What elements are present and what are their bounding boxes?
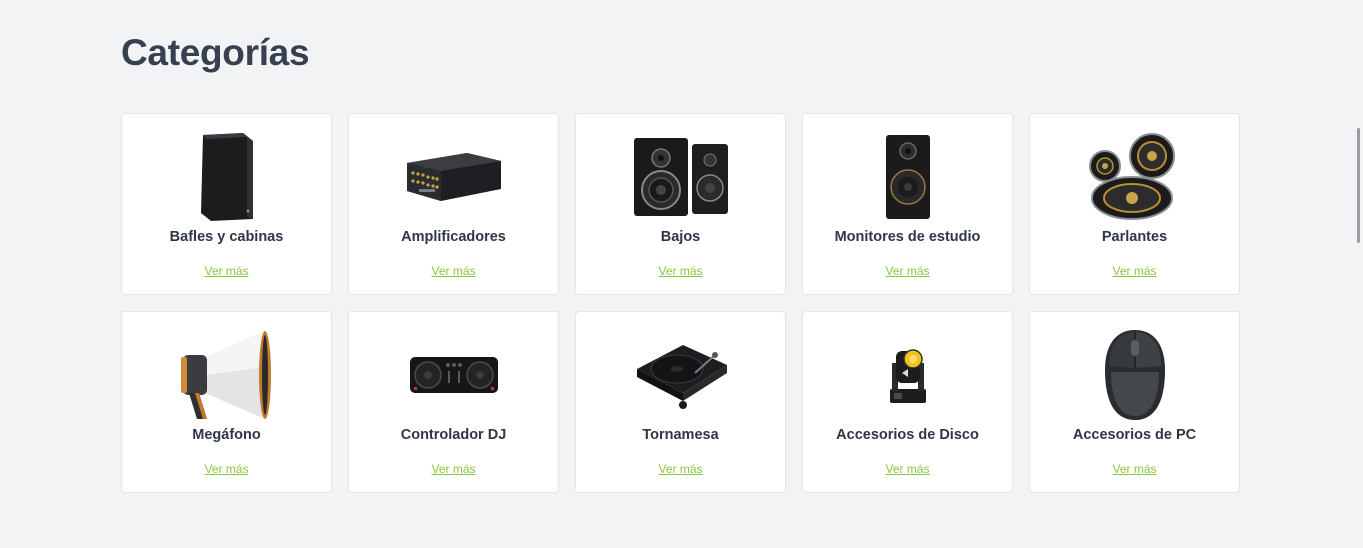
see-more-link[interactable]: Ver más: [576, 462, 785, 476]
bass-speakers-icon: [576, 128, 785, 226]
category-card[interactable]: Megáfono Ver más: [121, 311, 332, 493]
megaphone-icon: [122, 326, 331, 424]
see-more-link[interactable]: Ver más: [122, 264, 331, 278]
category-name: Accesorios de PC: [1072, 427, 1197, 443]
category-card[interactable]: Bafles y cabinas Ver más: [121, 113, 332, 295]
category-name: Amplificadores: [401, 229, 506, 245]
see-more-link[interactable]: Ver más: [122, 462, 331, 476]
categories-page: Categorías Bafles y cabinas Ver más Ampl…: [0, 0, 1363, 548]
see-more-link[interactable]: Ver más: [1030, 462, 1239, 476]
section-title: Categorías: [121, 32, 310, 73]
see-more-link[interactable]: Ver más: [576, 264, 785, 278]
speaker-cabinet-icon: [122, 128, 331, 226]
category-card[interactable]: Accesorios de Disco Ver más: [802, 311, 1013, 493]
category-card[interactable]: Tornamesa Ver más: [575, 311, 786, 493]
page-scrollbar[interactable]: [1357, 128, 1360, 243]
category-card[interactable]: Bajos Ver más: [575, 113, 786, 295]
studio-monitor-icon: [803, 128, 1012, 226]
category-name: Bafles y cabinas: [169, 229, 284, 245]
category-name: Monitores de estudio: [834, 229, 981, 245]
moving-head-light-icon: [803, 326, 1012, 424]
amplifier-icon: [349, 128, 558, 226]
category-card[interactable]: Monitores de estudio Ver más: [802, 113, 1013, 295]
category-name: Controlador DJ: [400, 427, 507, 443]
dj-controller-icon: [349, 326, 558, 424]
category-name: Parlantes: [1101, 229, 1168, 245]
see-more-link[interactable]: Ver más: [349, 462, 558, 476]
category-card[interactable]: Amplificadores Ver más: [348, 113, 559, 295]
category-name: Tornamesa: [642, 427, 719, 443]
category-name: Megáfono: [192, 427, 261, 443]
category-card[interactable]: Accesorios de PC Ver más: [1029, 311, 1240, 493]
category-card[interactable]: Controlador DJ Ver más: [348, 311, 559, 493]
computer-mouse-icon: [1030, 326, 1239, 424]
see-more-link[interactable]: Ver más: [803, 462, 1012, 476]
category-card[interactable]: Parlantes Ver más: [1029, 113, 1240, 295]
turntable-icon: [576, 326, 785, 424]
see-more-link[interactable]: Ver más: [803, 264, 1012, 278]
category-grid: Bafles y cabinas Ver más Amplificadores …: [121, 113, 1240, 493]
see-more-link[interactable]: Ver más: [1030, 264, 1239, 278]
category-name: Accesorios de Disco: [836, 427, 979, 443]
car-speakers-icon: [1030, 128, 1239, 226]
see-more-link[interactable]: Ver más: [349, 264, 558, 278]
category-name: Bajos: [660, 229, 701, 245]
